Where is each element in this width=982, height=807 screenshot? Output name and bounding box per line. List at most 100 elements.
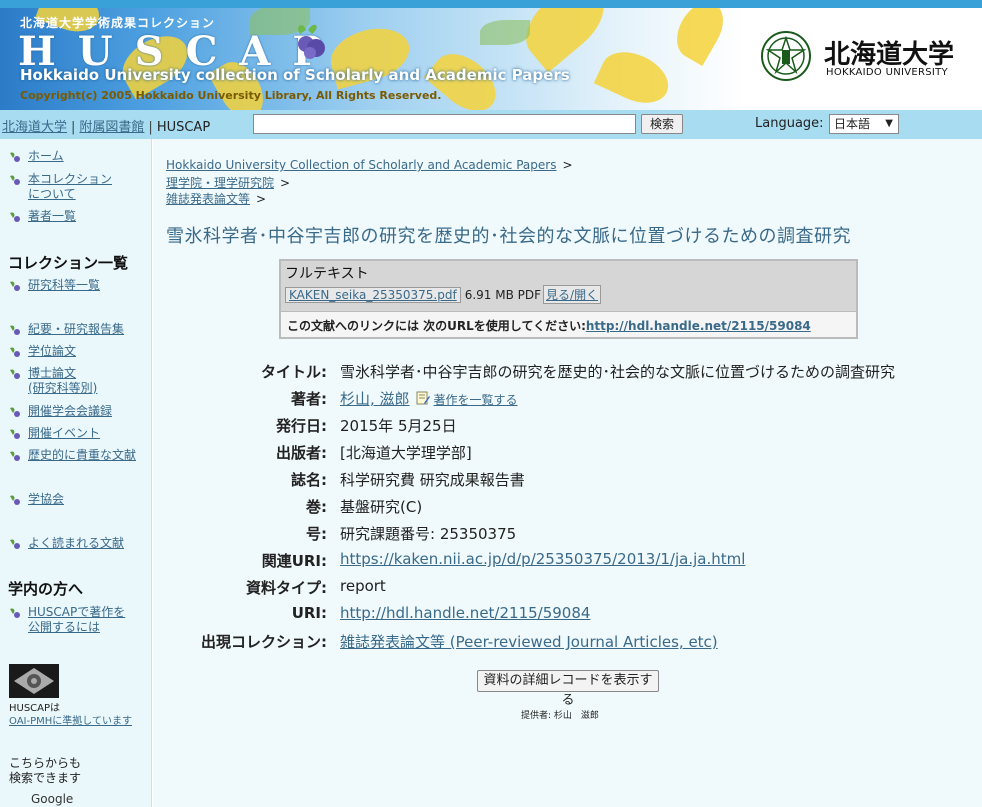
search-button[interactable]: 検索: [641, 114, 683, 134]
meta-uri-link[interactable]: http://hdl.handle.net/2115/59084: [340, 604, 590, 622]
sidebar-item-departments[interactable]: 研究科等一覧: [8, 278, 100, 293]
fulltext-file-row: KAKEN_seika_25350375.pdf 6.91 MB PDF 見る/開く: [285, 285, 602, 304]
leaf-bullet-icon: [10, 429, 20, 439]
sidebar: ホーム 本コレクション について 著者一覧 コレクション一覧 研究科等一覧 紀要…: [0, 139, 152, 807]
main-content: Hokkaido University Collection of Schola…: [153, 139, 982, 807]
meta-volume-label: 巻:: [306, 498, 327, 516]
nav-links: 北海道大学 | 附属図書館 | HUSCAP: [2, 116, 210, 135]
nav-link-library[interactable]: 附属図書館: [79, 120, 144, 135]
leaf-bullet-icon: [10, 495, 20, 505]
meta-type-label: 資料タイプ:: [246, 579, 327, 597]
sidebar-item-home[interactable]: ホーム: [8, 149, 64, 164]
nav-link-hokudai[interactable]: 北海道大学: [2, 120, 67, 135]
sidebar-item-popular[interactable]: よく読まれる文献: [8, 536, 124, 551]
meta-title-label: タイトル:: [261, 363, 327, 381]
meta-number-value: 研究課題番号: 25350375: [340, 525, 517, 543]
nav-separator: |: [148, 120, 153, 135]
meta-journal-label: 誌名:: [291, 471, 327, 489]
breadcrumb-item-root[interactable]: Hokkaido University Collection of Schola…: [166, 158, 556, 172]
meta-date-value: 2015年 5月25日: [340, 417, 457, 435]
sidebar-item-historical[interactable]: 歴史的に貴重な文献: [8, 448, 136, 463]
permalink-url[interactable]: http://hdl.handle.net/2115/59084: [586, 319, 811, 333]
sidebar-item-publish[interactable]: HUSCAPで著作を 公開するには: [8, 605, 125, 635]
file-link[interactable]: KAKEN_seika_25350375.pdf: [285, 287, 461, 303]
provider-text: 提供者: 杉山 滋郎: [521, 711, 599, 721]
site-tagline: Hokkaido University collection of Schola…: [20, 66, 570, 84]
meta-uri-label: URI:: [291, 604, 327, 622]
breadcrumb-row-3: 雑誌発表論文等 >: [166, 192, 267, 206]
leaf-bullet-icon: [10, 325, 20, 335]
leaf-bullet-icon: [10, 369, 20, 379]
oai-pmh-logo-icon[interactable]: [9, 664, 59, 698]
meta-related-uri-link[interactable]: https://kaken.nii.ac.jp/d/p/25350375/201…: [340, 550, 745, 568]
leaf-bullet-icon: [10, 608, 20, 618]
sidebar-item-proceedings[interactable]: 開催学会会議録: [8, 404, 112, 419]
top-navbar: 北海道大学 | 附属図書館 | HUSCAP 検索 Language: 日本語 ▼: [0, 110, 982, 139]
oai-compliance: OAI-PMHに準拠しています: [9, 712, 132, 727]
permalink-label: この文献へのリンクには 次のURLを使用してください:: [287, 319, 586, 333]
leaf-bullet-icon: [10, 407, 20, 417]
meta-journal-value: 科学研究費 研究成果報告書: [340, 471, 525, 489]
university-name-en: HOKKAIDO UNIVERSITY: [826, 67, 948, 78]
fulltext-box: フルテキスト KAKEN_seika_25350375.pdf 6.91 MB P…: [279, 259, 858, 339]
leaf-bullet-icon: [10, 212, 20, 222]
open-file-button[interactable]: 見る/開く: [543, 285, 602, 304]
sidebar-item-events[interactable]: 開催イベント: [8, 426, 100, 441]
oai-compliance-text[interactable]: に準拠しています: [52, 716, 132, 727]
search-from-text-2: 検索できます: [9, 771, 82, 785]
university-name: 北海道大学: [824, 40, 955, 70]
meta-publisher-label: 出版者:: [276, 444, 327, 462]
language-select[interactable]: 日本語 ▼: [829, 114, 899, 134]
copyright: Copyright(c) 2005 Hokkaido University Li…: [20, 89, 442, 102]
meta-title-value: 雪氷科学者･中谷宇吉郎の研究を歴史的･社会的な文脈に位置づけるための調査研究: [340, 363, 896, 381]
meta-date-label: 発行日:: [276, 417, 327, 435]
sidebar-item-theses[interactable]: 学位論文: [8, 344, 76, 359]
banner-top-stripe: [0, 0, 982, 8]
leaf-bullet-icon: [10, 281, 20, 291]
university-emblem-icon: [761, 31, 811, 81]
sidebar-item-societies[interactable]: 学協会: [8, 492, 64, 507]
site-banner: 北海道大学学術成果コレクション HUSCAP Hokkaido Universi…: [0, 0, 982, 110]
meta-collection-link[interactable]: 雑誌発表論文等 (Peer-reviewed Journal Articles,…: [340, 631, 718, 652]
author-link[interactable]: 杉山, 滋郎: [340, 390, 410, 408]
sidebar-item-doctoral[interactable]: 博士論文 (研究科等別): [8, 366, 97, 396]
grape-logo-icon: [298, 24, 325, 59]
breadcrumb-item-faculty[interactable]: 理学院・理学研究院: [166, 176, 274, 190]
meta-author-row: 杉山, 滋郎 著作を一覧する: [340, 388, 518, 409]
leaf-bullet-icon: [10, 539, 20, 549]
meta-publisher-value: [北海道大学理学部]: [340, 444, 472, 462]
language-label: Language:: [755, 116, 824, 131]
nav-current-huscap: HUSCAP: [156, 120, 211, 135]
google-label: Google: [31, 792, 74, 806]
meta-type-value: report: [340, 577, 386, 595]
leaf-bullet-icon: [10, 152, 20, 162]
fulltext-heading: フルテキスト: [285, 266, 369, 282]
file-size: 6.91 MB PDF: [464, 288, 542, 302]
sidebar-item-authors[interactable]: 著者一覧: [8, 209, 76, 224]
breadcrumb: Hokkaido University Collection of Schola…: [166, 158, 573, 172]
university-logo[interactable]: 北海道大学 HOKKAIDO UNIVERSITY: [760, 30, 970, 90]
author-list-link[interactable]: 著作を一覧する: [434, 393, 518, 407]
campus-heading: 学内の方へ: [8, 580, 84, 598]
meta-related-uri-label: 関連URI:: [261, 552, 327, 570]
show-detail-record-button[interactable]: 資料の詳細レコードを表示する: [477, 670, 659, 708]
language-selected: 日本語: [834, 117, 871, 131]
leaf-bullet-icon: [10, 347, 20, 357]
search-input[interactable]: [253, 114, 636, 134]
leaf-bullet-icon: [10, 451, 20, 461]
sidebar-item-bulletins[interactable]: 紀要・研究報告集: [8, 322, 124, 337]
meta-volume-value: 基盤研究(C): [340, 498, 423, 516]
page-title: 雪氷科学者･中谷宇吉郎の研究を歴史的･社会的な文脈に位置づけるための調査研究: [166, 226, 851, 247]
sidebar-item-about[interactable]: 本コレクション について: [8, 172, 112, 202]
permalink-row: この文献へのリンクには 次のURLを使用してください:http://hdl.ha…: [281, 311, 856, 337]
meta-collection-label: 出現コレクション:: [201, 633, 327, 651]
nav-separator: |: [71, 120, 76, 135]
collections-heading: コレクション一覧: [8, 254, 129, 272]
breadcrumb-row-2: 理学院・理学研究院 >: [166, 176, 291, 190]
meta-number-label: 号:: [306, 525, 327, 543]
leaf-bullet-icon: [10, 175, 20, 185]
breadcrumb-item-journal[interactable]: 雑誌発表論文等: [166, 192, 250, 206]
author-list-icon[interactable]: [416, 391, 430, 405]
meta-author-label: 著者:: [291, 390, 327, 408]
oai-pmh-link[interactable]: OAI-PMH: [9, 716, 52, 727]
